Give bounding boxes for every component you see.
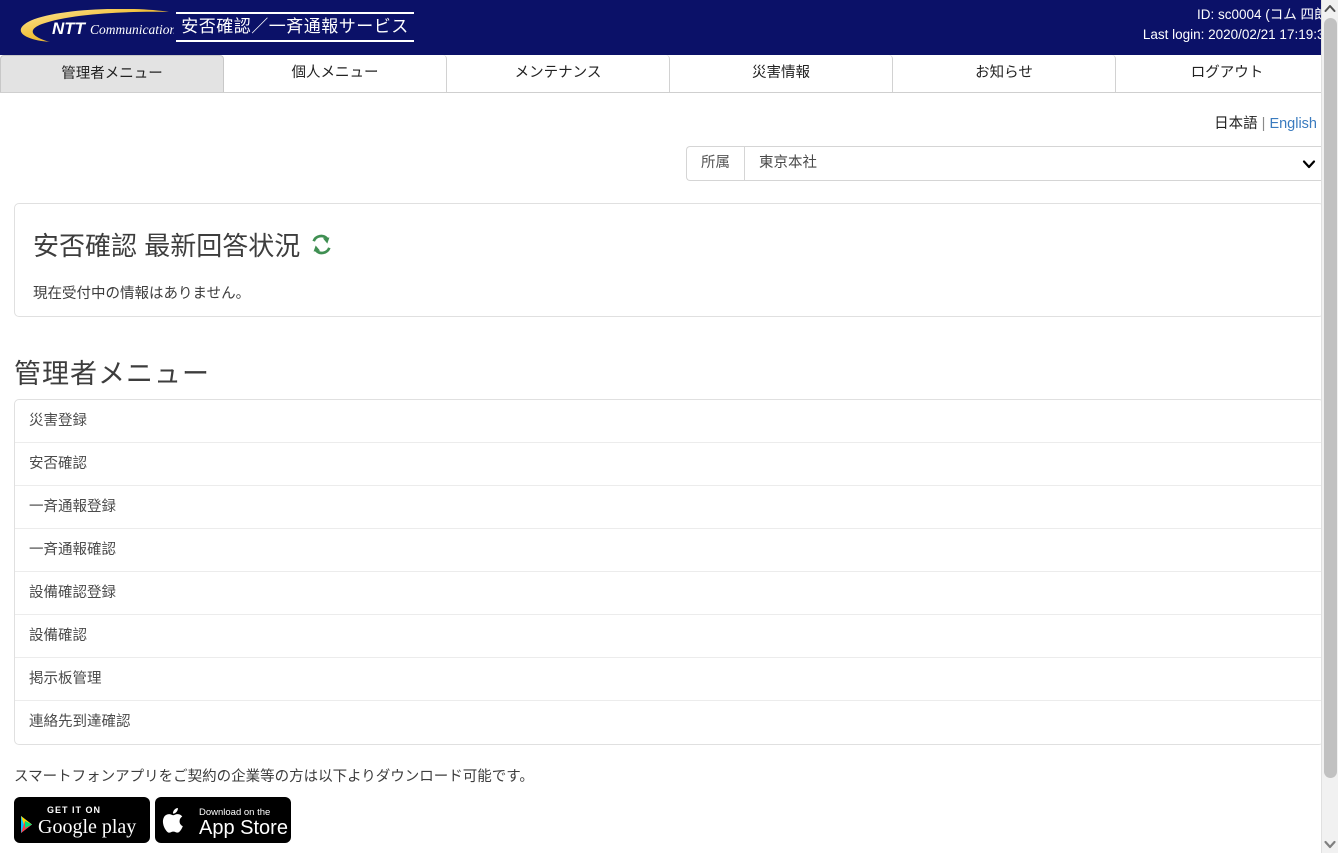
google-play-small-text: GET IT ON — [47, 805, 101, 815]
ntt-logo-icon: NTT Communications — [21, 9, 174, 42]
last-login: Last login: 2020/02/21 17:19:37 — [1142, 27, 1332, 42]
tab-logout[interactable]: ログアウト — [1116, 55, 1338, 92]
chevron-down-icon[interactable] — [1322, 836, 1338, 853]
chevron-up-icon[interactable] — [1322, 0, 1338, 17]
language-switcher: 日本語 | English — [1214, 112, 1317, 133]
refresh-icon[interactable] — [309, 232, 334, 257]
menu-item-facility-check-registration[interactable]: 設備確認登録 — [15, 572, 1323, 615]
user-id: ID: sc0004 (コム 四郎) — [1196, 7, 1332, 22]
page-title: 管理者メニュー — [14, 359, 210, 389]
language-japanese[interactable]: 日本語 — [1214, 116, 1258, 132]
affiliation-row: 所属 東京本社 — [686, 146, 1336, 181]
svg-text:Communications: Communications — [90, 22, 174, 37]
affiliation-select[interactable]: 東京本社 — [744, 146, 1336, 181]
top-header: NTT Communications 安否確認／一斉通報サービス ID: sc0… — [0, 0, 1338, 55]
language-english[interactable]: English — [1269, 116, 1317, 132]
google-play-big-text: Google play — [38, 816, 136, 838]
tab-disaster-info[interactable]: 災害情報 — [670, 55, 893, 92]
language-separator: | — [1261, 116, 1266, 132]
chevron-down-icon — [1301, 156, 1317, 172]
safety-status-message: 現在受付中の情報はありません。 — [33, 286, 251, 302]
affiliation-label: 所属 — [686, 146, 744, 181]
tab-notices[interactable]: お知らせ — [893, 55, 1116, 92]
main-tabbar: 管理者メニュー 個人メニュー メンテナンス 災害情報 お知らせ ログアウト — [0, 55, 1338, 93]
app-download-text: スマートフォンアプリをご契約の企業等の方は以下よりダウンロード可能です。 — [14, 769, 534, 785]
app-store-big-text: App Store — [199, 817, 288, 839]
service-title: 安否確認／一斉通報サービス — [176, 12, 414, 42]
menu-item-disaster-registration[interactable]: 災害登録 — [15, 400, 1323, 443]
menu-item-facility-check[interactable]: 設備確認 — [15, 615, 1323, 658]
menu-item-broadcast-registration[interactable]: 一斉通報登録 — [15, 486, 1323, 529]
svg-text:NTT: NTT — [52, 19, 87, 38]
user-info: ID: sc0004 (コム 四郎) Last login: 2020/02/2… — [1143, 5, 1332, 45]
tab-admin-menu[interactable]: 管理者メニュー — [0, 55, 224, 92]
tab-maintenance[interactable]: メンテナンス — [447, 55, 670, 92]
google-play-badge[interactable]: GET IT ON Google play — [14, 797, 150, 848]
menu-item-bulletin-board-management[interactable]: 掲示板管理 — [15, 658, 1323, 701]
tab-personal-menu[interactable]: 個人メニュー — [224, 55, 447, 92]
menu-item-broadcast-confirmation[interactable]: 一斉通報確認 — [15, 529, 1323, 572]
app-store-badge[interactable]: Download on the App Store — [155, 797, 291, 848]
admin-menu-list: 災害登録 安否確認 一斉通報登録 一斉通報確認 設備確認登録 設備確認 掲示板管… — [14, 399, 1324, 745]
ntt-communications-logo[interactable]: NTT Communications — [14, 9, 174, 45]
safety-status-title-text: 安否確認 最新回答状況 — [33, 231, 301, 261]
page-root: NTT Communications 安否確認／一斉通報サービス ID: sc0… — [0, 0, 1338, 853]
app-badges: GET IT ON Google play Download on the Ap — [14, 797, 291, 848]
menu-item-contact-delivery-check[interactable]: 連絡先到達確認 — [15, 701, 1323, 744]
scrollbar-thumb[interactable] — [1324, 18, 1337, 778]
vertical-scrollbar[interactable] — [1321, 0, 1338, 853]
affiliation-selected-value: 東京本社 — [759, 155, 817, 171]
safety-status-title: 安否確認 最新回答状況 — [33, 226, 334, 263]
menu-item-safety-confirmation[interactable]: 安否確認 — [15, 443, 1323, 486]
safety-status-card: 安否確認 最新回答状況 現在受付中の情報はありません。 — [14, 203, 1324, 317]
